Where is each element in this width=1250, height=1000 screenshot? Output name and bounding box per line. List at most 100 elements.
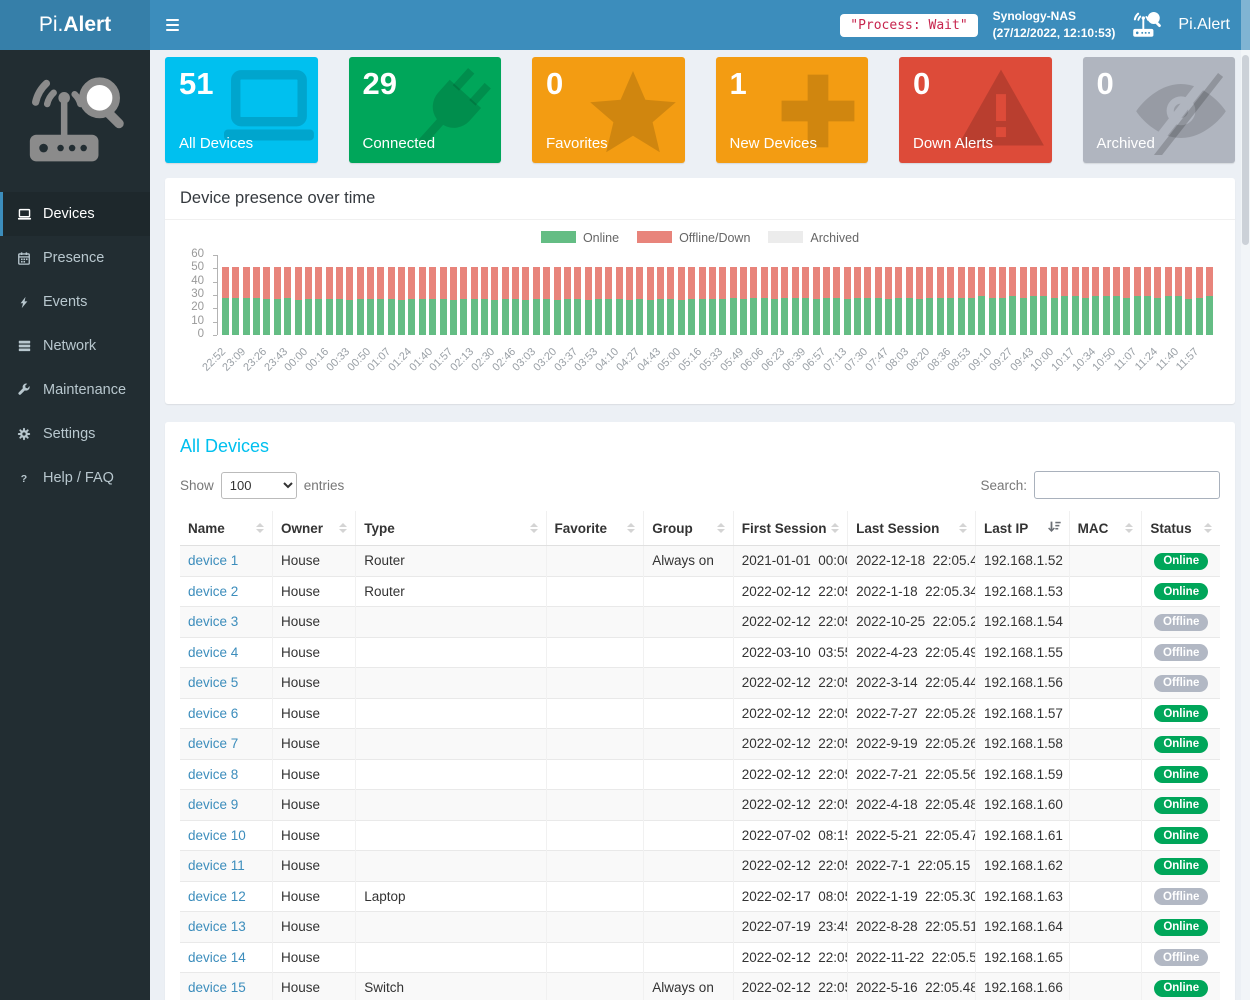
stacked-bar	[263, 267, 270, 335]
device-link[interactable]: device 4	[188, 645, 238, 660]
column-header-status[interactable]: Status	[1142, 511, 1220, 546]
device-link[interactable]: device 1	[188, 553, 238, 568]
table-row: device 11House2022-02-12 22:052022-7-1 2…	[180, 851, 1220, 882]
brand-logo[interactable]: Pi.Alert	[0, 0, 150, 50]
column-header-mac[interactable]: MAC	[1069, 511, 1142, 546]
device-link[interactable]: device 5	[188, 675, 238, 690]
device-link[interactable]: device 14	[188, 950, 246, 965]
card-label: Down Alerts	[913, 135, 1038, 152]
card-favorites[interactable]: 0Favorites	[532, 57, 685, 163]
scrollbar-thumb[interactable]	[1242, 55, 1249, 245]
card-connected[interactable]: 29Connected	[349, 57, 502, 163]
cell-first-session: 2022-07-19 23:45	[733, 912, 847, 943]
column-label: Favorite	[555, 521, 608, 536]
search-input[interactable]	[1034, 471, 1220, 499]
column-header-type[interactable]: Type	[356, 511, 546, 546]
stacked-bar	[968, 267, 975, 335]
sidebar-item-events[interactable]: Events	[0, 280, 150, 324]
device-link[interactable]: device 9	[188, 797, 238, 812]
sort-both-icon	[1204, 523, 1212, 533]
cell-last-session: 2022-9-19 22:05.26	[848, 729, 976, 760]
cell-mac	[1069, 698, 1142, 729]
stacked-bar	[585, 267, 592, 335]
card-value: 0	[1097, 66, 1222, 102]
device-link[interactable]: device 8	[188, 767, 238, 782]
column-header-first-session[interactable]: First Session	[733, 511, 847, 546]
column-header-last-session[interactable]: Last Session	[848, 511, 976, 546]
column-header-group[interactable]: Group	[644, 511, 733, 546]
stacked-bar	[305, 267, 312, 335]
cell-owner: House	[273, 759, 356, 790]
device-link[interactable]: device 7	[188, 736, 238, 751]
device-link[interactable]: device 11	[188, 858, 245, 873]
status-badge: Online	[1154, 583, 1208, 600]
sidebar-toggle-button[interactable]	[150, 0, 195, 50]
cell-mac	[1069, 912, 1142, 943]
status-badge: Online	[1154, 827, 1208, 844]
sidebar-item-devices[interactable]: Devices	[0, 192, 150, 236]
legend-item-online[interactable]: Online	[541, 231, 619, 245]
device-name-cell: device 11	[180, 851, 273, 882]
card-new-devices[interactable]: 1New Devices	[716, 57, 869, 163]
stacked-bar	[574, 267, 581, 335]
cell-group	[644, 912, 733, 943]
stacked-bar	[688, 267, 695, 335]
page-length-control: Show 100 entries	[180, 472, 344, 499]
card-archived[interactable]: 0Archived	[1083, 57, 1236, 163]
status-badge: Online	[1154, 919, 1208, 936]
cell-last-session: 2022-3-14 22:05.44	[848, 668, 976, 699]
device-link[interactable]: device 10	[188, 828, 246, 843]
cell-group	[644, 698, 733, 729]
device-name-cell: device 13	[180, 912, 273, 943]
stacked-bar	[1175, 267, 1182, 335]
sidebar-item-settings[interactable]: Settings	[0, 412, 150, 456]
device-link[interactable]: device 15	[188, 980, 246, 995]
device-link[interactable]: device 3	[188, 614, 238, 629]
y-tick-label: 0	[180, 328, 204, 340]
cell-last-ip: 192.168.1.62	[976, 851, 1070, 882]
cell-owner: House	[273, 668, 356, 699]
cell-favorite	[546, 546, 644, 577]
column-header-owner[interactable]: Owner	[273, 511, 356, 546]
y-tick-label: 50	[180, 261, 204, 273]
stacked-bar	[875, 267, 882, 335]
sidebar-item-presence[interactable]: Presence	[0, 236, 150, 280]
y-tick-label: 10	[180, 315, 204, 327]
sidebar-item-maintenance[interactable]: Maintenance	[0, 368, 150, 412]
device-name-cell: device 9	[180, 790, 273, 821]
device-name-cell: device 10	[180, 820, 273, 851]
page-length-select[interactable]: 100	[221, 472, 297, 499]
column-header-name[interactable]: Name	[180, 511, 273, 546]
device-link[interactable]: device 2	[188, 584, 238, 599]
y-tick-label: 60	[180, 248, 204, 260]
card-all-devices[interactable]: 51All Devices	[165, 57, 318, 163]
legend-swatch	[768, 231, 803, 243]
cell-first-session: 2022-02-12 22:05	[733, 729, 847, 760]
stacked-bar	[1165, 267, 1172, 335]
table-row: device 5House2022-02-12 22:052022-3-14 2…	[180, 668, 1220, 699]
sidebar-item-network[interactable]: Network	[0, 324, 150, 368]
card-down-alerts[interactable]: 0Down Alerts	[899, 57, 1052, 163]
cell-mac	[1069, 668, 1142, 699]
column-header-favorite[interactable]: Favorite	[546, 511, 644, 546]
stacked-bar	[667, 267, 674, 335]
column-header-last-ip[interactable]: Last IP	[976, 511, 1070, 546]
stacked-bar	[895, 267, 902, 335]
svg-text:?: ?	[21, 473, 27, 485]
cell-mac	[1069, 973, 1142, 1000]
legend-item-offline-down[interactable]: Offline/Down	[637, 231, 750, 245]
device-link[interactable]: device 6	[188, 706, 238, 721]
cell-first-session: 2022-02-12 22:05	[733, 973, 847, 1000]
table-row: device 14House2022-02-12 22:052022-11-22…	[180, 942, 1220, 973]
device-name-cell: device 6	[180, 698, 273, 729]
cell-last-ip: 192.168.1.54	[976, 607, 1070, 638]
legend-item-archived[interactable]: Archived	[768, 231, 859, 245]
device-link[interactable]: device 12	[188, 889, 246, 904]
sidebar-item-help-faq[interactable]: ?Help / FAQ	[0, 456, 150, 500]
chart-legend: Online Offline/Down Archived	[180, 228, 1220, 248]
scrollbar[interactable]	[1241, 0, 1250, 1000]
cell-group	[644, 942, 733, 973]
cell-group	[644, 576, 733, 607]
table-row: device 7House2022-02-12 22:052022-9-19 2…	[180, 729, 1220, 760]
device-link[interactable]: device 13	[188, 919, 246, 934]
